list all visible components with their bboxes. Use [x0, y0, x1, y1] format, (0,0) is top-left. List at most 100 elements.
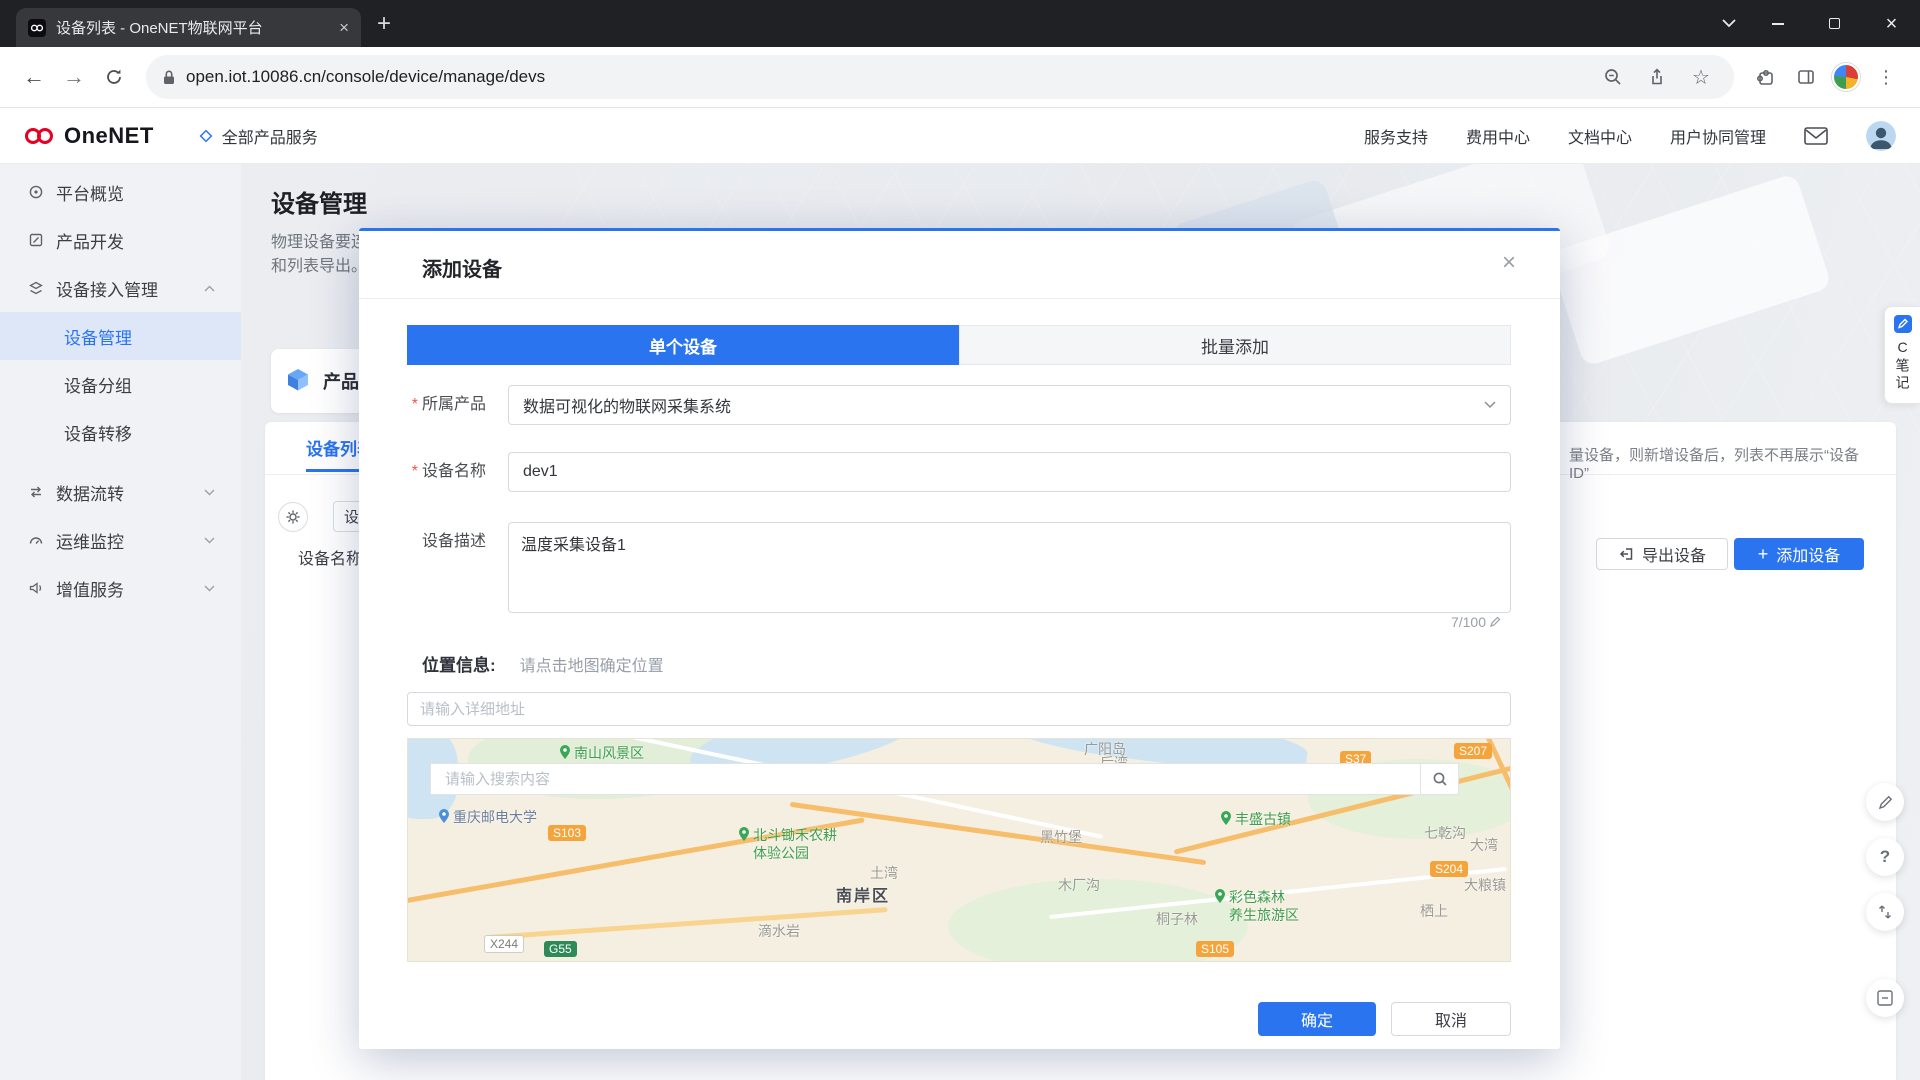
export-device-button[interactable]: 导出设备 — [1596, 538, 1728, 570]
plus-icon: + — [1758, 545, 1769, 563]
browser-tab-active[interactable]: 设备列表 - OneNET物联网平台 × — [16, 8, 361, 47]
device-name-field[interactable] — [508, 452, 1511, 492]
note-tab-label: C笔记 — [1893, 339, 1913, 392]
collapse-button[interactable] — [1866, 979, 1904, 1017]
location-label: 位置信息: — [422, 651, 496, 676]
back-button[interactable]: ← — [14, 57, 54, 97]
window-maximize-button[interactable] — [1806, 0, 1863, 47]
product-cube-icon — [283, 366, 313, 396]
device-id-note: 量设备，则新增设备后，列表不再展示“设备ID” — [1569, 444, 1869, 482]
extensions-icon[interactable] — [1746, 57, 1786, 97]
sidebar-item-device-manage[interactable]: 设备管理 — [0, 312, 241, 360]
settings-gear-button[interactable] — [278, 502, 308, 532]
window-close-button[interactable]: × — [1863, 0, 1920, 47]
diamond-icon — [198, 128, 214, 144]
search-icon — [1432, 771, 1448, 787]
sidebar-item-device-access[interactable]: 设备接入管理 — [0, 264, 241, 312]
required-asterisk: * — [412, 463, 418, 480]
side-panel-icon[interactable] — [1786, 57, 1826, 97]
chevron-up-icon — [204, 285, 215, 292]
browser-tab-bar: 设备列表 - OneNET物联网平台 × + × — [0, 0, 1920, 47]
select-caret-icon — [1484, 401, 1496, 409]
tab-close-icon[interactable]: × — [339, 19, 349, 36]
tab-single-device[interactable]: 单个设备 — [407, 325, 959, 365]
gear-icon — [285, 509, 301, 525]
map-pin-icon — [738, 827, 750, 841]
nav-service-support[interactable]: 服务支持 — [1364, 124, 1428, 148]
nav-billing-center[interactable]: 费用中心 — [1466, 124, 1530, 148]
forward-button[interactable]: → — [54, 57, 94, 97]
map-search-input[interactable] — [431, 771, 1420, 788]
onenet-header: OneNET 全部产品服务 服务支持 费用中心 文档中心 用户协同管理 — [0, 108, 1920, 164]
onenet-logo-text: OneNET — [64, 123, 154, 149]
nav-doc-center[interactable]: 文档中心 — [1568, 124, 1632, 148]
road-badge: X244 — [484, 935, 524, 953]
device-access-icon — [28, 280, 44, 296]
browser-profile-avatar[interactable] — [1832, 63, 1860, 91]
mail-icon[interactable] — [1804, 127, 1828, 145]
add-device-modal: 添加设备 × 单个设备 批量添加 *所属产品 数据可视化的物联网采集系统 *设备… — [359, 228, 1560, 1049]
share-icon[interactable] — [1640, 67, 1674, 87]
map-place-label: 大粮镇 — [1464, 877, 1506, 895]
product-select[interactable]: 数据可视化的物联网采集系统 — [508, 385, 1511, 425]
sidebar-item-device-group[interactable]: 设备分组 — [0, 360, 241, 408]
product-field-row: *所属产品 数据可视化的物联网采集系统 — [359, 385, 1560, 425]
sidebar-item-overview[interactable]: 平台概览 — [0, 168, 241, 216]
device-desc-textarea[interactable]: 温度采集设备1 — [508, 522, 1511, 613]
page-desc-line2: 和列表导出。 — [271, 252, 367, 276]
sidebar-item-product-dev[interactable]: 产品开发 — [0, 216, 241, 264]
map-place-label: 桐子林 — [1156, 911, 1198, 929]
char-counter: 7/100 — [1451, 614, 1501, 630]
scroll-arrows-button[interactable] — [1866, 893, 1904, 931]
browser-menu-icon[interactable]: ⋮ — [1866, 57, 1906, 97]
location-map[interactable]: 南山风景区 广阳岛 后湾 重庆邮电大学 北斗锄禾农耕 体验公园 黑竹堡 丰盛古镇… — [407, 738, 1511, 962]
device-name-input[interactable] — [523, 463, 1496, 481]
map-search-box[interactable] — [430, 763, 1421, 795]
device-name-label: *设备名称 — [379, 452, 486, 492]
sidebar-item-ops-monitor[interactable]: 运维监控 — [0, 516, 241, 564]
map-place-label: 七乾沟 — [1424, 825, 1466, 843]
window-minimize-button[interactable] — [1749, 0, 1806, 47]
map-search-button[interactable] — [1421, 763, 1459, 795]
sidebar-item-device-transfer[interactable]: 设备转移 — [0, 408, 241, 456]
map-pin-icon — [1220, 811, 1232, 825]
chevron-down-icon — [204, 489, 215, 496]
map-place-label: 木厂沟 — [1058, 877, 1100, 895]
page-desc-line1: 物理设备要连 — [271, 228, 367, 252]
new-tab-button[interactable]: + — [377, 12, 391, 36]
onenet-logo-mark — [24, 125, 56, 147]
address-input[interactable] — [407, 692, 1511, 726]
location-info-row: 位置信息: 请点击地图确定位置 — [422, 651, 664, 676]
road-badge: S105 — [1196, 941, 1234, 957]
address-bar[interactable]: open.iot.10086.cn/console/device/manage/… — [146, 55, 1734, 99]
road-badge: S204 — [1430, 861, 1468, 877]
bookmark-star-icon[interactable]: ☆ — [1684, 65, 1718, 90]
tab-search-icon[interactable] — [1709, 0, 1749, 47]
onenet-logo[interactable]: OneNET — [24, 123, 154, 149]
overview-icon — [28, 184, 44, 200]
nav-user-collab[interactable]: 用户协同管理 — [1670, 124, 1766, 148]
map-place-label: 黑竹堡 — [1040, 829, 1082, 847]
cancel-button[interactable]: 取消 — [1391, 1002, 1511, 1036]
refresh-button[interactable] — [94, 57, 134, 97]
minus-box-icon — [1876, 989, 1894, 1007]
confirm-button[interactable]: 确定 — [1258, 1002, 1376, 1036]
note-side-tab[interactable]: C笔记 — [1884, 306, 1920, 404]
modal-close-icon[interactable]: × — [1502, 251, 1516, 275]
all-products-menu[interactable]: 全部产品服务 — [198, 124, 318, 148]
map-poi-label: 丰盛古镇 — [1220, 811, 1291, 829]
sidebar-item-value-service[interactable]: 增值服务 — [0, 564, 241, 612]
add-device-button[interactable]: + 添加设备 — [1734, 538, 1864, 570]
map-pin-icon — [1214, 889, 1226, 903]
zoom-icon[interactable] — [1596, 67, 1630, 87]
up-down-arrows-icon — [1876, 903, 1894, 921]
feedback-edit-button[interactable] — [1866, 783, 1904, 821]
help-button[interactable]: ? — [1866, 838, 1904, 876]
tab-batch-add[interactable]: 批量添加 — [959, 325, 1511, 365]
url-text: open.iot.10086.cn/console/device/manage/… — [186, 67, 1586, 87]
map-poi-label: 南山风景区 — [559, 745, 644, 763]
dataflow-icon — [28, 484, 44, 500]
pencil-icon — [1877, 794, 1894, 811]
user-avatar[interactable] — [1866, 121, 1896, 151]
sidebar-item-dataflow[interactable]: 数据流转 — [0, 468, 241, 516]
